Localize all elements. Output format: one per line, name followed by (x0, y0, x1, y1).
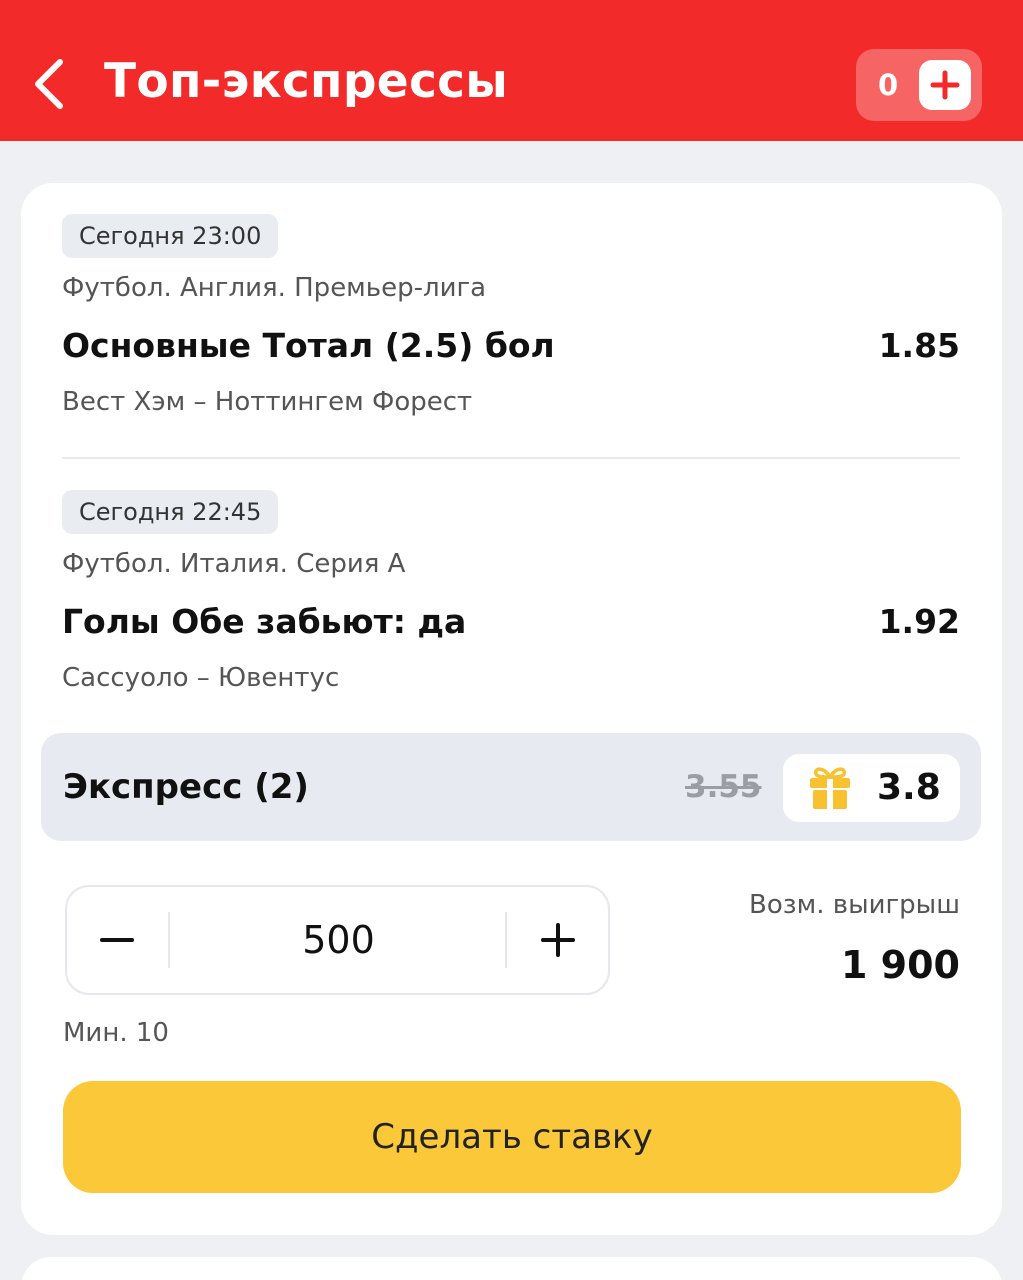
bet-market: Основные Тотал (2.5) бол (62, 326, 555, 365)
increase-stake-button[interactable] (506, 887, 608, 993)
event-time: Сегодня 23:00 (62, 214, 279, 258)
divider (62, 457, 960, 459)
event-time: Сегодня 22:45 (62, 490, 279, 534)
min-stake-label: Мин. 10 (63, 1018, 169, 1048)
chevron-left-icon (35, 59, 63, 109)
express-summary: Экспресс (2) 3.55 3.8 (41, 733, 981, 841)
express-new-odds: 3.8 (877, 767, 941, 808)
bet-slip-count: 0 (878, 68, 899, 102)
bet-odds: 1.85 (878, 326, 960, 365)
plus-icon (930, 70, 960, 100)
back-button[interactable] (28, 56, 72, 112)
event-teams: Вест Хэм – Ноттингем Форест (62, 387, 473, 417)
event-league: Футбол. Италия. Серия А (62, 549, 406, 579)
stake-stepper[interactable] (65, 885, 610, 995)
possible-win-label: Возм. выигрыш (749, 890, 960, 920)
event-league: Футбол. Англия. Премьер-лига (62, 273, 487, 303)
add-button[interactable] (919, 60, 971, 110)
gift-icon (805, 763, 855, 813)
stake-input[interactable] (171, 887, 506, 993)
decrease-stake-button[interactable] (67, 887, 169, 993)
possible-win-value: 1 900 (841, 943, 960, 987)
express-boosted-odds[interactable]: 3.8 (783, 754, 960, 822)
bet-market: Голы Обе забьют: да (62, 602, 467, 641)
page-title: Топ-экспрессы (104, 54, 509, 109)
divider (168, 912, 170, 968)
bet-slip-badge[interactable]: 0 (856, 49, 982, 121)
plus-icon (541, 923, 575, 957)
event-teams: Сассуоло – Ювентус (62, 663, 340, 693)
next-card (21, 1257, 1002, 1280)
minus-icon (100, 938, 134, 942)
express-label: Экспресс (2) (63, 767, 309, 807)
express-old-odds: 3.55 (685, 769, 762, 805)
place-bet-button[interactable]: Сделать ставку (63, 1081, 961, 1193)
app-header: Топ-экспрессы 0 (0, 0, 1023, 141)
bet-odds: 1.92 (878, 602, 960, 641)
express-card: Сегодня 23:00 Футбол. Англия. Премьер-ли… (21, 183, 1002, 1235)
